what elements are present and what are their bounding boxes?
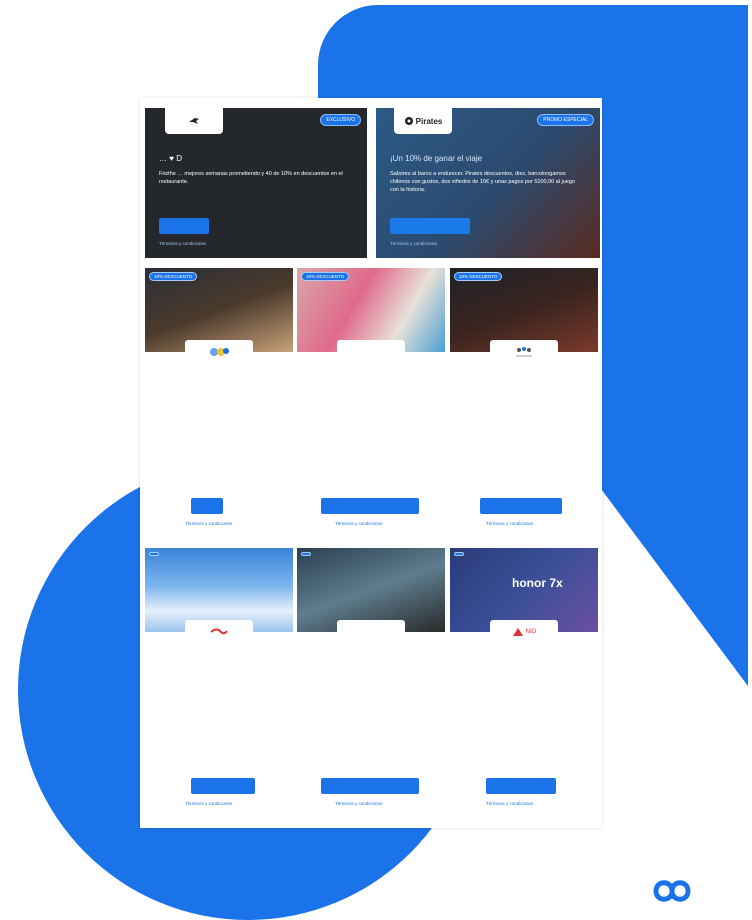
brand-logo-icon xyxy=(210,348,229,356)
offer-card-terms-link[interactable]: Términos y condiciones xyxy=(335,801,382,806)
banner-left-badge: EXCLUSIVO xyxy=(320,114,361,126)
bird-logo-icon xyxy=(189,118,199,124)
offer-card-terms-link[interactable]: Términos y condiciones xyxy=(486,801,533,806)
offer-card-brand xyxy=(185,620,253,644)
offer-card-terms-link[interactable]: Términos y condiciones xyxy=(185,801,232,806)
brand-logo-icon xyxy=(210,628,228,635)
offer-card-button[interactable] xyxy=(321,498,419,514)
banner-left-heading: … ♥ D xyxy=(159,154,182,163)
banner-right[interactable]: Pirates PROMO ESPECIAL ¡Un 10% de ganar … xyxy=(376,108,600,258)
offer-card-badge: 10% DESCUENTO xyxy=(149,272,198,281)
brand-logo-icon xyxy=(512,628,523,636)
offer-card-button[interactable] xyxy=(486,778,556,794)
banner-left[interactable]: EXCLUSIVO … ♥ D Frizthe … mejores semana… xyxy=(145,108,367,258)
banner-right-logo-text: Pirates xyxy=(415,116,443,126)
offer-card-brand xyxy=(337,340,405,364)
offer-card[interactable]: 10% DESCUENTO Términos y condiciones xyxy=(145,268,293,536)
offer-card-terms-link[interactable]: Términos y condiciones xyxy=(185,521,232,526)
offer-card-brand: NIO xyxy=(490,620,558,644)
offer-card-brand xyxy=(185,340,253,364)
offer-card-badge xyxy=(149,552,159,556)
banner-left-terms-link[interactable]: Términos y condiciones xyxy=(159,241,206,246)
offer-card-button[interactable] xyxy=(321,778,419,794)
offer-card-brand xyxy=(337,620,405,644)
offer-card-badge xyxy=(454,552,464,556)
offer-card[interactable]: Términos y condiciones xyxy=(297,548,445,816)
banner-right-heading: ¡Un 10% de ganar el viaje xyxy=(390,154,483,163)
offer-card-brand xyxy=(490,340,558,364)
newsletter-page: EXCLUSIVO … ♥ D Frizthe … mejores semana… xyxy=(140,98,602,828)
offer-card-terms-link[interactable]: Términos y condiciones xyxy=(335,521,382,526)
offer-card-image-text: honor 7x xyxy=(512,576,563,590)
banner-right-button[interactable] xyxy=(390,218,470,234)
banner-left-logo xyxy=(165,108,223,134)
offer-card-button[interactable] xyxy=(191,498,223,514)
offer-card[interactable]: honor 7x NIO Términos y condiciones xyxy=(450,548,598,816)
offer-card[interactable]: Términos y condiciones xyxy=(145,548,293,816)
banner-right-logo: Pirates xyxy=(394,108,452,134)
pirate-logo-icon xyxy=(404,117,413,125)
offer-card[interactable]: 10% DESCUENTO Términos y condiciones xyxy=(297,268,445,536)
banner-right-badge: PROMO ESPECIAL xyxy=(537,114,594,126)
offer-card[interactable]: 10% DESCUENTO Términos y condiciones xyxy=(450,268,598,536)
offer-card-badge: 10% DESCUENTO xyxy=(301,272,350,281)
offer-card-terms-link[interactable]: Términos y condiciones xyxy=(486,521,533,526)
offer-card-button[interactable] xyxy=(480,498,562,514)
offer-card-badge: 10% DESCUENTO xyxy=(454,272,503,281)
banner-left-button[interactable] xyxy=(159,218,209,234)
infinity-logo-icon xyxy=(653,880,691,902)
banner-left-text: Frizthe … mejores semanas prometiendo y … xyxy=(159,171,343,185)
offer-card-badge xyxy=(301,552,311,556)
brand-logo-icon xyxy=(516,347,532,357)
banner-right-terms-link[interactable]: Términos y condiciones xyxy=(390,241,437,246)
offer-card-button[interactable] xyxy=(191,778,255,794)
banner-right-text: Sabores al barco a endurecer. Pirates de… xyxy=(390,171,575,193)
offer-card-brand-text: NIO xyxy=(525,629,537,635)
